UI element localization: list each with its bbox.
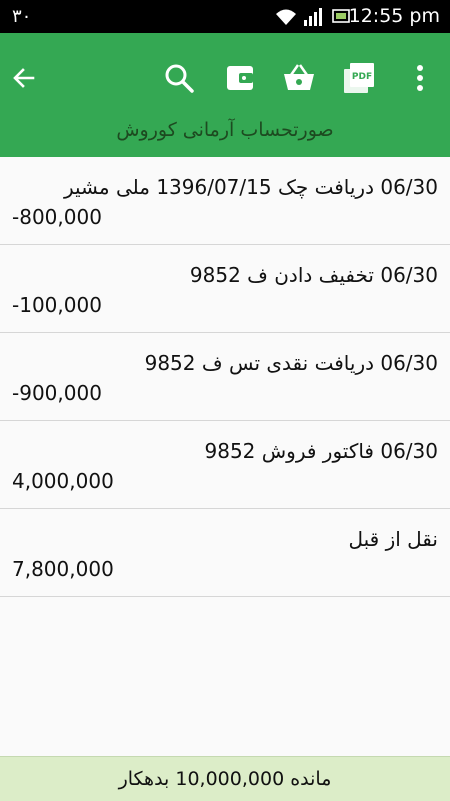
status-bar: ۳۰ 12:55 pm bbox=[0, 0, 450, 33]
list-item[interactable]: نقل از قبل 7,800,000 bbox=[0, 509, 450, 597]
app-bar: PDF صورتحساب آرمانی کوروش bbox=[0, 33, 450, 157]
wallet-icon[interactable] bbox=[223, 61, 257, 95]
status-indicator-text: ۳۰ bbox=[12, 6, 32, 27]
back-icon[interactable] bbox=[7, 61, 41, 95]
clock: 12:55 pm bbox=[348, 5, 440, 27]
transaction-amount: -100,000 bbox=[12, 293, 102, 317]
balance-text: مانده 10,000,000 بدهکار bbox=[118, 768, 332, 790]
pdf-icon[interactable]: PDF bbox=[342, 61, 376, 95]
page-title: صورتحساب آرمانی کوروش bbox=[116, 119, 334, 141]
list-item[interactable]: 06/30 دریافت نقدی تس ف 9852 -900,000 bbox=[0, 333, 450, 421]
more-vert-icon[interactable] bbox=[403, 61, 437, 95]
transaction-description: نقل از قبل bbox=[348, 527, 438, 551]
list-item[interactable]: 06/30 فاکتور فروش 9852 4,000,000 bbox=[0, 421, 450, 509]
transaction-description: 06/30 فاکتور فروش 9852 bbox=[204, 439, 439, 463]
transaction-amount: -800,000 bbox=[12, 205, 102, 229]
basket-icon[interactable] bbox=[282, 61, 316, 95]
balance-footer: مانده 10,000,000 بدهکار bbox=[0, 756, 450, 801]
transaction-amount: -900,000 bbox=[12, 381, 102, 405]
transaction-description: 06/30 تخفیف دادن ف 9852 bbox=[189, 263, 438, 287]
list-item[interactable]: 06/30 دریافت چک 1396/07/15 ملی مشیر -800… bbox=[0, 157, 450, 245]
pdf-label: PDF bbox=[352, 72, 372, 82]
transaction-amount: 4,000,000 bbox=[12, 469, 114, 493]
transaction-description: 06/30 دریافت چک 1396/07/15 ملی مشیر bbox=[63, 175, 438, 199]
transaction-description: 06/30 دریافت نقدی تس ف 9852 bbox=[144, 351, 438, 375]
transaction-list: 06/30 دریافت چک 1396/07/15 ملی مشیر -800… bbox=[0, 157, 450, 597]
transaction-amount: 7,800,000 bbox=[12, 557, 114, 581]
search-icon[interactable] bbox=[162, 61, 196, 95]
signal-icon bbox=[304, 8, 322, 26]
battery-icon bbox=[332, 9, 350, 23]
list-item[interactable]: 06/30 تخفیف دادن ف 9852 -100,000 bbox=[0, 245, 450, 333]
wifi-icon bbox=[276, 9, 296, 25]
